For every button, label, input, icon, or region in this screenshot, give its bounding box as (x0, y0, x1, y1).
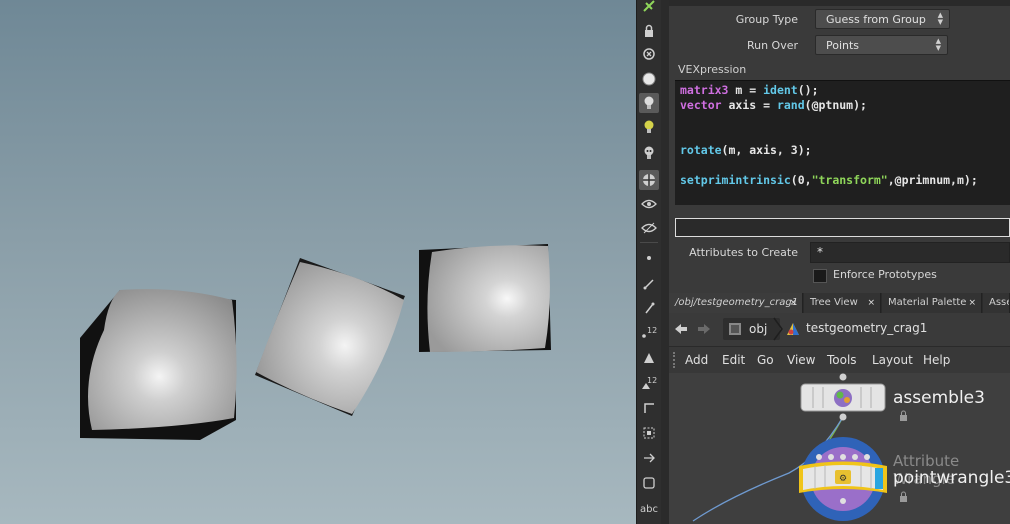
tab-label: Asse (989, 297, 1009, 308)
cube-1 (80, 289, 237, 440)
menu-view[interactable]: View (787, 353, 815, 367)
group-type-value: Guess from Group (826, 13, 926, 26)
lock-icon[interactable] (639, 21, 659, 41)
pointwrangle3-node: ⚙ (799, 437, 887, 521)
tab-label: Tree View (810, 297, 858, 308)
tab-asset[interactable]: Asse (983, 293, 1010, 313)
close-icon[interactable]: × (867, 293, 875, 313)
tab-material-palette[interactable]: Material Palette × (882, 293, 982, 313)
path-node-label: testgeometry_crag1 (806, 321, 928, 335)
forward-arrow-icon[interactable] (696, 322, 712, 336)
code-line-4: setprimintrinsic(0,"transform",@primnum,… (680, 173, 978, 187)
pointwrangle3-label: pointwrangle3 (893, 468, 1010, 488)
skull-light-icon[interactable] (639, 143, 659, 163)
run-over-dropdown[interactable]: Points ▲ ▼ (815, 35, 948, 55)
parameter-panel: Group Type Guess from Group ▲ ▼ Run Over … (669, 0, 1010, 292)
menu-grip-icon (673, 352, 678, 368)
pane-divider[interactable] (661, 0, 669, 524)
lock-icon (900, 410, 907, 421)
menu-edit[interactable]: Edit (722, 353, 745, 367)
menu-tools[interactable]: Tools (827, 353, 857, 367)
enforce-prototypes-checkbox[interactable] (813, 269, 827, 283)
svg-text:12: 12 (647, 376, 657, 385)
group-type-dropdown[interactable]: Guess from Group ▲ ▼ (815, 9, 950, 29)
back-arrow-icon[interactable] (673, 322, 689, 336)
point-display-icon[interactable] (639, 248, 659, 268)
code-line-1: matrix3 m = ident(); (680, 83, 819, 97)
viewport-scene (80, 244, 551, 440)
dropdown-arrows-icon: ▲ ▼ (935, 37, 941, 52)
tab-network-path[interactable]: /obj/testgeometry_crag1 × (669, 293, 803, 313)
path-node-button[interactable]: testgeometry_crag1 (783, 318, 1010, 340)
menu-go[interactable]: Go (757, 353, 774, 367)
network-path-bar: obj testgeometry_crag1 (669, 314, 1010, 344)
path-root-label: obj (749, 322, 768, 336)
close-icon[interactable]: × (968, 293, 976, 313)
toolbar-divider (640, 242, 658, 243)
tab-tree-view[interactable]: Tree View × (804, 293, 881, 313)
pane-tab-bar: /obj/testgeometry_crag1 × Tree View × Mate… (669, 293, 1010, 313)
light-bulb-icon[interactable] (639, 93, 659, 113)
primitive-display-icon[interactable] (639, 348, 659, 368)
object-network-icon (729, 323, 741, 335)
code-line-2: vector axis = rand(@ptnum); (680, 98, 867, 112)
sphere-icon[interactable] (639, 69, 659, 89)
cube-2 (255, 258, 405, 416)
point-numbers-icon[interactable]: 12 (639, 322, 659, 342)
vexpression-label: VEXpression (678, 63, 747, 76)
attributes-to-create-label: Attributes to Create (689, 246, 798, 259)
code-line-3: rotate(m, axis, 3); (680, 143, 812, 157)
parameter-panel-top-strip (669, 0, 1010, 6)
close-icon[interactable]: × (789, 293, 797, 313)
menu-help[interactable]: Help (923, 353, 950, 367)
primitive-numbers-icon[interactable]: 12 (639, 373, 659, 393)
ghost-eye-icon[interactable] (639, 218, 659, 238)
viewport-3d[interactable] (0, 0, 636, 524)
visibility-eye-icon[interactable] (639, 194, 659, 214)
menu-layout[interactable]: Layout (872, 353, 913, 367)
edge-display-icon[interactable] (639, 398, 659, 418)
assemble3-label: assemble3 (893, 388, 985, 408)
vertex-display-icon[interactable] (639, 448, 659, 468)
run-over-value: Points (826, 39, 860, 52)
light-bulb-yellow-icon[interactable] (639, 117, 659, 137)
run-over-label: Run Over (746, 39, 798, 52)
network-editor[interactable]: ⚙ assemble3 Attribute Wrangle pointwrang… (669, 373, 1010, 524)
viewport-toolbar: 12 12 abc (636, 0, 662, 524)
attributes-to-create-input[interactable]: * (810, 242, 1010, 263)
normal-display-icon[interactable] (639, 274, 659, 294)
svg-text:12: 12 (647, 326, 657, 335)
text-display-icon[interactable]: abc (639, 499, 659, 519)
select-tool-icon[interactable] (639, 0, 659, 16)
geometry-node-icon (787, 323, 799, 335)
cube-3 (419, 244, 551, 352)
close-circle-icon[interactable] (639, 44, 659, 64)
vexpression-editor[interactable]: matrix3 m = ident(); vector axis = rand(… (675, 80, 1010, 205)
tab-label: Material Palette (888, 297, 967, 308)
enforce-prototypes-label: Enforce Prototypes (833, 268, 937, 281)
hull-display-icon[interactable] (639, 473, 659, 493)
bounding-box-icon[interactable] (639, 423, 659, 443)
parameter-text-field[interactable] (675, 218, 1010, 237)
lock-icon (900, 491, 907, 502)
shading-mode-icon[interactable] (639, 170, 659, 190)
assemble3-node (800, 373, 886, 421)
group-type-label: Group Type (735, 13, 798, 26)
tab-label: /obj/testgeometry_crag1 (675, 297, 799, 308)
dropdown-arrows-icon: ▲ ▼ (937, 11, 943, 26)
network-menu-bar: Add Edit Go View Tools Layout Help (669, 346, 1010, 373)
menu-add[interactable]: Add (685, 353, 708, 367)
svg-text:⚙: ⚙ (839, 474, 847, 484)
point-normal-icon[interactable] (639, 298, 659, 318)
